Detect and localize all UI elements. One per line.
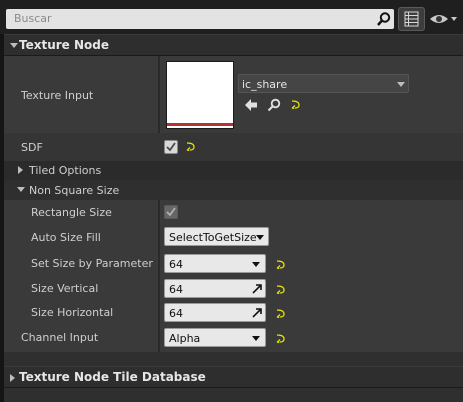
reset-arrow-icon[interactable]: [276, 308, 285, 321]
search-input[interactable]: Buscar: [6, 9, 394, 29]
size-vertical-field[interactable]: 64: [164, 279, 266, 298]
tile-database-header[interactable]: Texture Node Tile Database: [4, 366, 463, 388]
reset-arrow-icon[interactable]: [276, 333, 285, 346]
chevron-down-icon: [10, 43, 18, 48]
texture-input-label: Texture Input: [21, 89, 94, 102]
search-icon[interactable]: [376, 11, 392, 27]
size-vertical-label: Size Vertical: [31, 282, 99, 295]
texture-node-header[interactable]: Texture Node: [4, 34, 463, 56]
rectangle-size-label: Rectangle Size: [31, 206, 112, 219]
combo-value: Alpha: [169, 332, 201, 345]
bottom-spacer: [4, 388, 463, 402]
chevron-right-icon: [18, 166, 23, 174]
section-title: Texture Node: [19, 38, 109, 52]
reset-arrow-icon[interactable]: [186, 142, 195, 153]
sdf-label: SDF: [21, 141, 43, 154]
eye-icon[interactable]: [428, 10, 458, 28]
size-horizontal-field[interactable]: 64: [164, 303, 266, 322]
reset-arrow-icon[interactable]: [276, 259, 285, 272]
column-splitter[interactable]: [158, 200, 160, 352]
texture-thumbnail[interactable]: [166, 61, 234, 129]
texture-asset-combo[interactable]: ic_share: [238, 74, 409, 93]
checkmark-icon: [166, 207, 176, 217]
combo-value: SelectToGetSize: [169, 231, 257, 244]
channel-input-combo[interactable]: Alpha: [164, 328, 266, 347]
asset-name: ic_share: [242, 78, 288, 91]
pick-arrow-icon[interactable]: [252, 283, 263, 297]
section-title: Texture Node Tile Database: [19, 370, 206, 384]
chevron-down-icon: [256, 235, 264, 240]
checkmark-icon: [166, 142, 176, 152]
spacer: [4, 352, 463, 366]
reset-arrow-icon[interactable]: [276, 284, 285, 297]
reset-arrow-icon[interactable]: [291, 100, 300, 111]
magnifier-icon[interactable]: [267, 98, 281, 115]
set-size-by-param-combo[interactable]: 64: [164, 254, 266, 273]
non-square-size-label: Non Square Size: [29, 184, 120, 197]
chevron-down-icon: [397, 82, 405, 87]
size-horizontal-label: Size Horizontal: [31, 306, 114, 319]
auto-size-fill-combo[interactable]: SelectToGetSize: [164, 227, 269, 246]
field-value: 64: [169, 307, 183, 320]
set-size-by-param-label: Set Size by Parameter: [31, 257, 153, 270]
auto-size-fill-label: Auto Size Fill: [31, 231, 101, 244]
combo-value: 64: [169, 258, 183, 271]
chevron-down-icon: [252, 336, 260, 341]
field-value: 64: [169, 283, 183, 296]
tiled-options-group[interactable]: Tiled Options: [4, 161, 463, 180]
chevron-down-icon: [17, 187, 25, 192]
tiled-options-label: Tiled Options: [29, 164, 102, 177]
arrow-left-icon[interactable]: [244, 98, 258, 115]
chevron-down-icon: [252, 262, 260, 267]
channel-input-label: Channel Input: [21, 331, 99, 344]
pick-arrow-icon[interactable]: [252, 307, 263, 321]
search-placeholder: Buscar: [14, 12, 52, 25]
sdf-checkbox[interactable]: [164, 140, 178, 154]
texture-underline: [167, 123, 233, 126]
grid-view-icon[interactable]: [398, 7, 425, 31]
rectangle-size-checkbox[interactable]: [164, 205, 178, 219]
chevron-right-icon: [10, 374, 15, 382]
non-square-size-group[interactable]: Non Square Size: [4, 180, 463, 200]
sdf-row: [4, 133, 463, 161]
